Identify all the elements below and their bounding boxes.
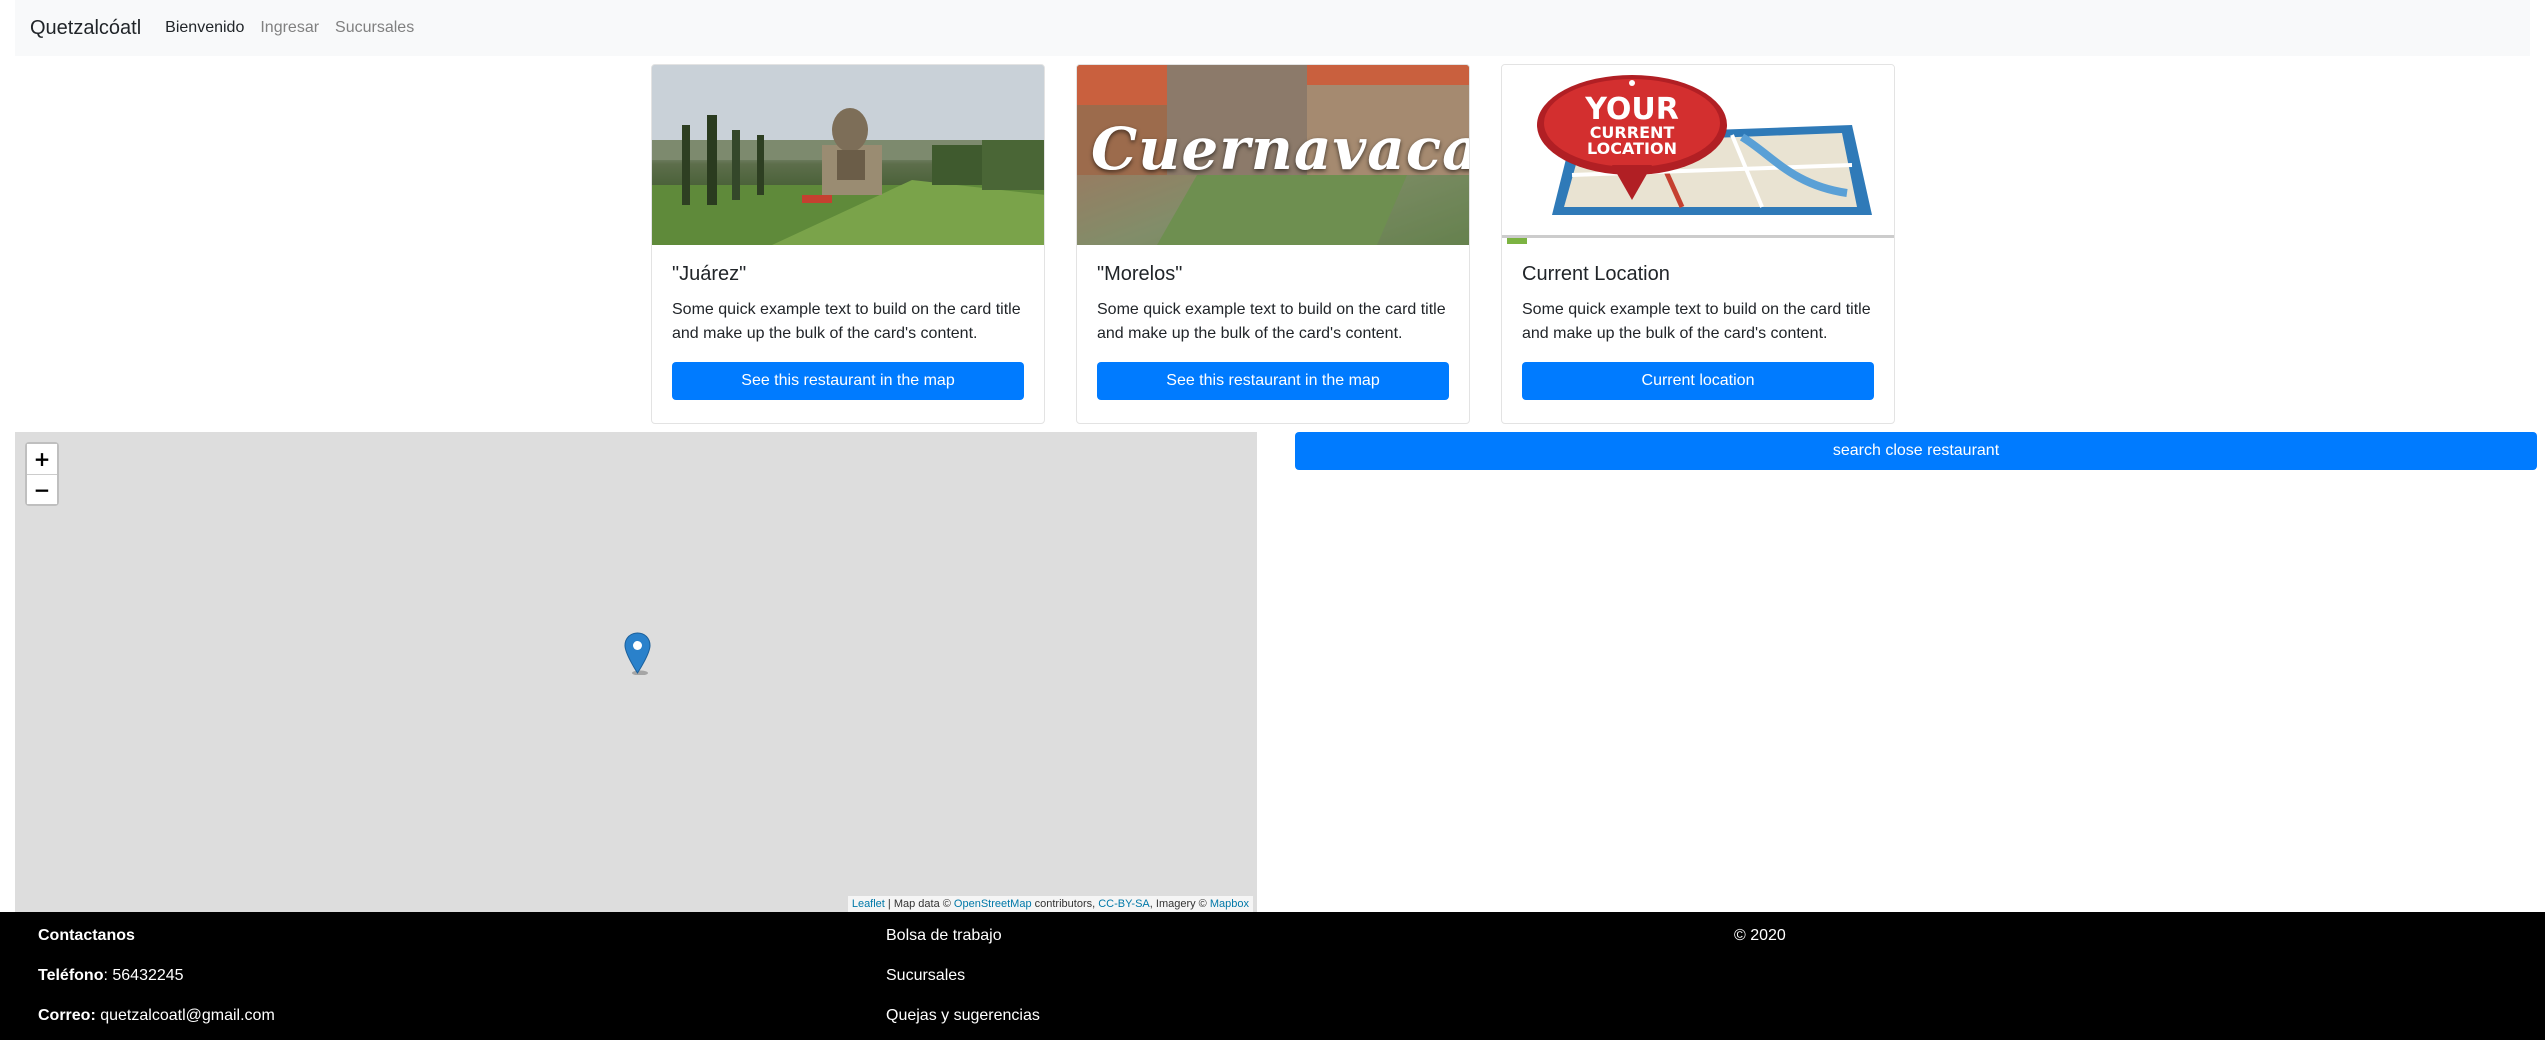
zoom-control: + − — [25, 442, 59, 506]
nav-link-bienvenido[interactable]: Bienvenido — [165, 19, 244, 37]
mapbox-link[interactable]: Mapbox — [1210, 898, 1249, 910]
footer-contact: Contactanos Teléfono: 56432245 Correo: q… — [38, 924, 275, 1040]
card-text: Some quick example text to build on the … — [1522, 301, 1871, 342]
openstreetmap-link[interactable]: OpenStreetMap — [954, 898, 1032, 910]
nav-link-ingresar[interactable]: Ingresar — [260, 19, 319, 37]
footer: Contactanos Teléfono: 56432245 Correo: q… — [0, 912, 2545, 1040]
card-title: Current Location — [1522, 263, 1670, 285]
copyright-text: © 2020 — [1734, 927, 1786, 944]
leaflet-link[interactable]: Leaflet — [852, 898, 885, 910]
brand-logo[interactable]: Quetzalcóatl — [30, 17, 141, 40]
restaurant-cards: "Juárez" Some quick example text to buil… — [651, 64, 1895, 424]
overlay-line-your: YOUR — [1585, 92, 1679, 127]
juarez-photo — [652, 65, 1044, 245]
contact-heading: Contactanos — [38, 927, 135, 944]
attribution-text: contributors, — [1031, 898, 1099, 910]
zoom-in-button[interactable]: + — [27, 444, 57, 474]
footer-link-quejas[interactable]: Quejas y sugerencias — [886, 1007, 1040, 1024]
card-morelos: Cuernavaca "Morelos" Some quick example … — [1076, 64, 1470, 424]
zoom-out-button[interactable]: − — [27, 474, 57, 504]
card-current-location: YOUR CURRENT LOCATION Current Location S… — [1501, 64, 1895, 424]
footer-link-sucursales[interactable]: Sucursales — [886, 967, 965, 984]
footer-copyright: © 2020 — [1734, 924, 1786, 964]
card-title: "Morelos" — [1097, 263, 1183, 285]
card-text: Some quick example text to build on the … — [1097, 301, 1446, 342]
your-current-location-overlay: YOUR CURRENT LOCATION — [1536, 95, 1728, 157]
overlay-line-location: LOCATION — [1587, 139, 1677, 158]
map-marker-icon[interactable] — [624, 632, 651, 675]
card-text: Some quick example text to build on the … — [672, 301, 1021, 342]
card-title: "Juárez" — [672, 263, 747, 285]
current-location-illustration: YOUR CURRENT LOCATION — [1502, 65, 1894, 245]
footer-link-bolsa[interactable]: Bolsa de trabajo — [886, 927, 1002, 944]
navbar: Quetzalcóatl Bienvenido Ingresar Sucursa… — [15, 0, 2530, 56]
card-juarez: "Juárez" Some quick example text to buil… — [651, 64, 1045, 424]
footer-links: Bolsa de trabajo Sucursales Quejas y sug… — [886, 924, 1040, 1040]
phone-value: : 56432245 — [103, 967, 184, 984]
cc-by-sa-link[interactable]: CC-BY-SA — [1098, 898, 1150, 910]
morelos-photo: Cuernavaca — [1077, 65, 1469, 245]
email-label: Correo: — [38, 1007, 96, 1024]
cuernavaca-overlay-text: Cuernavaca — [1091, 115, 1469, 183]
juarez-scene-image — [652, 65, 1044, 245]
map-attribution: Leaflet | Map data © OpenStreetMap contr… — [847, 896, 1253, 912]
current-location-button[interactable]: Current location — [1522, 362, 1874, 400]
see-morelos-map-button[interactable]: See this restaurant in the map — [1097, 362, 1449, 400]
map-view[interactable]: + − Leaflet | Map data © OpenStreetMap c… — [15, 432, 1257, 912]
attribution-text: | Map data © — [884, 898, 954, 910]
search-close-restaurant-button[interactable]: search close restaurant — [1295, 432, 2537, 470]
email-value: quetzalcoatl@gmail.com — [95, 1007, 275, 1024]
attribution-text: , Imagery © — [1149, 898, 1210, 910]
see-juarez-map-button[interactable]: See this restaurant in the map — [672, 362, 1024, 400]
nav-link-sucursales[interactable]: Sucursales — [335, 19, 414, 37]
phone-label: Teléfono — [38, 967, 104, 984]
